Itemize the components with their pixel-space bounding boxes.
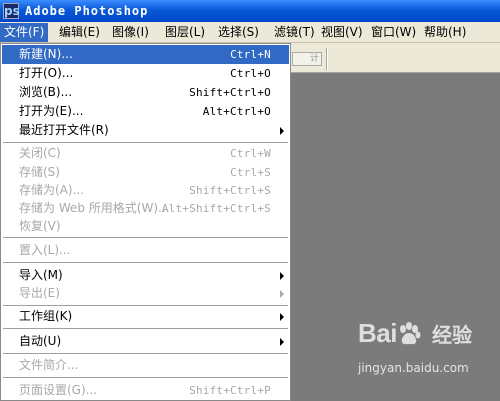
menu-item-import[interactable]: 导入(M) <box>2 266 289 285</box>
menu-view[interactable]: 视图(V) <box>317 23 367 42</box>
submenu-arrow-icon <box>280 127 284 135</box>
menu-item-recent-files[interactable]: 最近打开文件(R) <box>2 121 289 140</box>
menu-item-new[interactable]: 新建(N)... Ctrl+N <box>2 45 289 64</box>
menu-item-shortcut: Ctrl+O <box>230 67 271 80</box>
menu-item-page-setup[interactable]: 页面设置(G)... Shift+Ctrl+P <box>2 381 289 400</box>
baidu-paw-icon <box>400 322 421 345</box>
menu-item-shortcut: Shift+Ctrl+P <box>189 384 271 397</box>
submenu-arrow-icon <box>280 338 284 346</box>
menu-select[interactable]: 选择(S) <box>214 23 263 42</box>
menu-item-save[interactable]: 存储(S) Ctrl+S <box>2 163 289 182</box>
menu-item-browse[interactable]: 浏览(B)... Shift+Ctrl+O <box>2 83 289 102</box>
menu-item-label: 打开为(E)... <box>19 104 84 118</box>
menu-edit[interactable]: 编辑(E) <box>55 23 104 42</box>
menu-item-label: 自动(U) <box>19 334 62 348</box>
menu-item-label: 工作组(K) <box>19 309 73 323</box>
watermark-jingyan-text: 经验 <box>432 323 472 347</box>
menu-item-label: 存储为(A)... <box>19 183 85 197</box>
menu-item-label: 最近打开文件(R) <box>19 123 109 137</box>
menu-separator <box>3 237 288 239</box>
menu-item-automate[interactable]: 自动(U) <box>2 332 289 351</box>
title-bar: ps Adobe Photoshop <box>0 0 500 22</box>
menu-item-label: 浏览(B)... <box>19 85 73 99</box>
submenu-arrow-icon <box>280 272 284 280</box>
menu-item-label: 存储(S) <box>19 165 60 179</box>
menu-file[interactable]: 文件(F) <box>0 23 49 42</box>
menu-item-label: 存储为 Web 所用格式(W)... <box>19 201 170 215</box>
options-bar-button[interactable]: 计 <box>292 52 322 66</box>
menu-item-file-info[interactable]: 文件简介... <box>2 356 289 375</box>
menu-bar: 文件(F) 编辑(E) 图像(I) 图层(L) 选择(S) 滤镜(T) 视图(V… <box>0 22 500 43</box>
menu-item-workgroup[interactable]: 工作组(K) <box>2 307 289 326</box>
menu-item-save-as[interactable]: 存储为(A)... Shift+Ctrl+S <box>2 181 289 200</box>
menu-separator <box>3 262 288 264</box>
menu-item-close[interactable]: 关闭(C) Ctrl+W <box>2 144 289 163</box>
photoshop-app-icon[interactable]: ps <box>3 3 20 19</box>
menu-item-label: 导出(E) <box>19 286 60 300</box>
menu-window[interactable]: 窗口(W) <box>367 23 420 42</box>
watermark-url: jingyan.baidu.com <box>358 361 469 375</box>
menu-help[interactable]: 帮助(H) <box>420 23 470 42</box>
submenu-arrow-icon <box>280 290 284 298</box>
menu-item-shortcut: Ctrl+W <box>230 147 271 160</box>
menu-item-save-for-web[interactable]: 存储为 Web 所用格式(W)... Alt+Shift+Ctrl+S <box>2 199 289 218</box>
menu-item-shortcut: Ctrl+N <box>230 48 271 61</box>
file-menu-dropdown: 新建(N)... Ctrl+N 打开(O)... Ctrl+O 浏览(B)...… <box>0 43 291 401</box>
menu-image[interactable]: 图像(I) <box>108 23 153 42</box>
menu-item-label: 新建(N)... <box>19 47 73 61</box>
baidu-jingyan-watermark: Bai 经验 jingyan.baidu.com <box>358 318 498 384</box>
menu-item-shortcut: Alt+Ctrl+O <box>202 105 271 118</box>
menu-item-shortcut: Shift+Ctrl+O <box>189 86 271 99</box>
menu-item-shortcut: Shift+Ctrl+S <box>189 184 271 197</box>
menu-item-label: 导入(M) <box>19 268 63 282</box>
menu-separator <box>3 353 288 355</box>
menu-layer[interactable]: 图层(L) <box>161 23 209 42</box>
options-bar-divider <box>326 48 328 70</box>
menu-item-shortcut: Alt+Shift+Ctrl+S <box>161 202 271 215</box>
menu-item-label: 置入(L)... <box>19 243 71 257</box>
menu-item-open-as[interactable]: 打开为(E)... Alt+Ctrl+O <box>2 102 289 121</box>
menu-item-label: 关闭(C) <box>19 146 61 160</box>
menu-item-label: 打开(O)... <box>19 66 74 80</box>
menu-item-label: 文件简介... <box>19 358 79 372</box>
menu-item-label: 恢复(V) <box>19 219 61 233</box>
menu-item-label: 页面设置(G)... <box>19 383 98 397</box>
menu-item-revert[interactable]: 恢复(V) <box>2 217 289 236</box>
menu-item-shortcut: Ctrl+S <box>230 166 271 179</box>
menu-separator <box>3 377 288 379</box>
menu-item-export[interactable]: 导出(E) <box>2 284 289 303</box>
window-title: Adobe Photoshop <box>25 4 149 18</box>
menu-item-open[interactable]: 打开(O)... Ctrl+O <box>2 64 289 83</box>
menu-separator <box>3 328 288 330</box>
menu-filter[interactable]: 滤镜(T) <box>270 23 319 42</box>
submenu-arrow-icon <box>280 313 284 321</box>
watermark-logo-text: Bai <box>358 318 397 348</box>
menu-item-place[interactable]: 置入(L)... <box>2 241 289 260</box>
